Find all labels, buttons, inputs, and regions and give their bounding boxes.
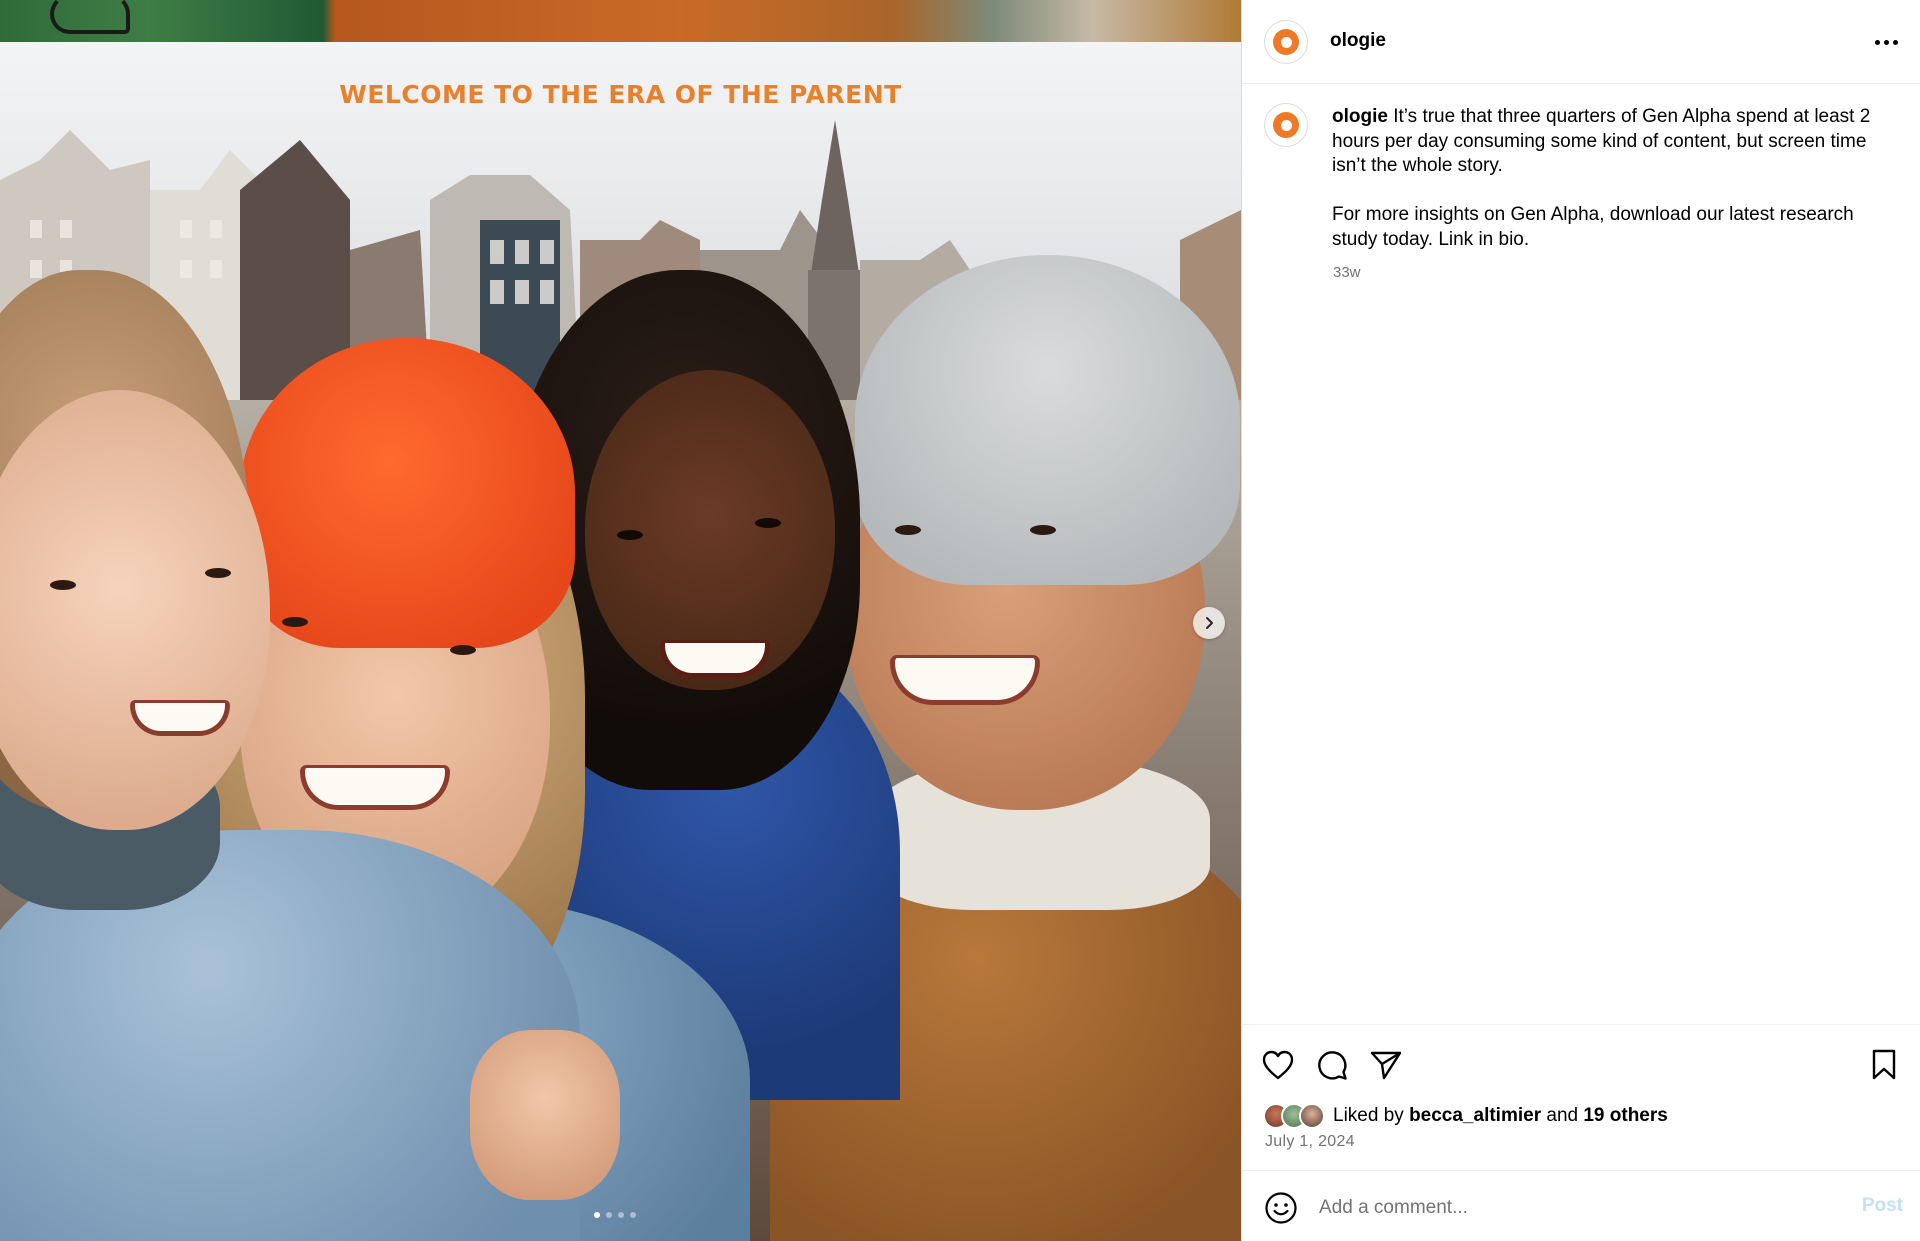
carousel-dot: [630, 1212, 636, 1218]
liker-avatar: [1299, 1103, 1325, 1129]
post-header: ologie: [1242, 0, 1920, 84]
comment-icon[interactable]: [1314, 1047, 1350, 1083]
post-comment-button[interactable]: Post: [1862, 1195, 1903, 1217]
send-icon[interactable]: [1368, 1047, 1404, 1083]
child-left-eye: [50, 580, 76, 590]
likes-others-link[interactable]: 19 others: [1583, 1105, 1667, 1126]
woman-red-beanie: [240, 338, 575, 648]
carousel-dots: [594, 1212, 636, 1218]
comment-bar: Post: [1242, 1170, 1920, 1241]
post-caption: ologie It’s true that three quarters of …: [1332, 105, 1892, 252]
post-age[interactable]: 33w: [1333, 264, 1361, 281]
post-date: July 1, 2024: [1265, 1133, 1355, 1150]
caption-text-1: It’s true that three quarters of Gen Alp…: [1332, 106, 1871, 176]
woman-right-eye: [450, 645, 476, 655]
woman-smile: [300, 765, 450, 810]
heart-icon[interactable]: [1260, 1047, 1296, 1083]
smiley-icon[interactable]: [1264, 1191, 1298, 1225]
bookmark-icon[interactable]: [1866, 1047, 1902, 1083]
decorative-scribble: [50, 0, 130, 34]
caption-avatar[interactable]: [1264, 103, 1308, 147]
man-beanie: [855, 255, 1240, 585]
previous-image-strip: [0, 0, 1241, 42]
caption-username[interactable]: ologie: [1332, 106, 1388, 127]
child-hand: [470, 1030, 620, 1200]
girl-smile: [660, 640, 770, 678]
author-username[interactable]: ologie: [1330, 30, 1386, 52]
comment-input[interactable]: [1319, 1191, 1799, 1225]
woman-left-eye: [282, 617, 308, 627]
more-horizontal-icon[interactable]: [1873, 30, 1899, 54]
likes-text: Liked by becca_altimier and 19 others: [1333, 1105, 1668, 1126]
likes-summary[interactable]: Liked by becca_altimier and 19 others: [1263, 1103, 1668, 1129]
girl-right-eye: [755, 518, 781, 528]
carousel-dot: [606, 1212, 612, 1218]
author-avatar[interactable]: [1264, 20, 1308, 64]
man-left-eye: [895, 525, 921, 535]
liker-username[interactable]: becca_altimier: [1409, 1105, 1541, 1126]
man-right-eye: [1030, 525, 1056, 535]
ologie-logo: [1273, 29, 1299, 55]
action-bar: Liked by becca_altimier and 19 others Ju…: [1242, 1024, 1920, 1176]
overlay-title: WELCOME TO THE ERA OF THE PARENT: [339, 80, 902, 109]
carousel-next-button[interactable]: [1193, 607, 1225, 639]
post-details-panel: ologie ologie It’s true that three quart…: [1241, 0, 1920, 1241]
child-smile: [130, 700, 230, 736]
man-smile: [890, 655, 1040, 705]
girl-left-eye: [617, 530, 643, 540]
post-media[interactable]: WELCOME TO THE ERA OF THE PARENT: [0, 0, 1241, 1241]
chevron-right-icon: [1206, 617, 1213, 629]
carousel-dot: [594, 1212, 600, 1218]
ologie-logo: [1273, 112, 1299, 138]
child-right-eye: [205, 568, 231, 578]
carousel-dot: [618, 1212, 624, 1218]
caption-text-2: For more insights on Gen Alpha, download…: [1332, 204, 1854, 250]
